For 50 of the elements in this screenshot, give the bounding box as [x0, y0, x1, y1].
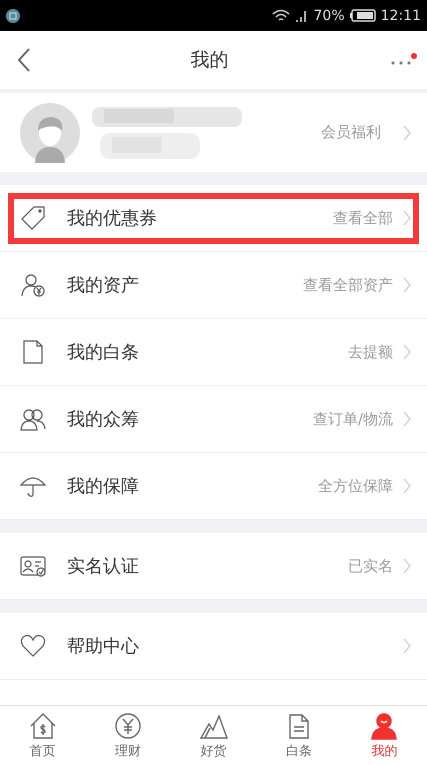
tab[interactable]: 理财	[85, 706, 171, 765]
item-detail: 全方位保障	[318, 476, 393, 496]
clock-time: 12:11	[380, 8, 421, 24]
menu-item[interactable]: 我的资产 查看全部资产	[0, 252, 427, 319]
tab[interactable]: 首页	[0, 706, 86, 765]
tab[interactable]: 我的	[342, 706, 427, 765]
item-label: 我的资产	[67, 274, 139, 297]
chevron-icon	[403, 277, 411, 293]
item-detail: 去提额	[348, 342, 393, 362]
chevron-icon	[403, 344, 411, 360]
chevron-icon	[403, 558, 411, 574]
item-detail: 查看全部	[333, 208, 393, 228]
tab[interactable]: 好货	[170, 706, 256, 765]
item-detail: 查订单/物流	[312, 410, 393, 428]
chevron-icon	[403, 411, 411, 427]
person-coin-icon	[20, 272, 46, 298]
item-label: 实名认证	[67, 555, 139, 578]
avatar[interactable]	[20, 102, 80, 162]
chevron-icon	[403, 478, 411, 494]
chevron-icon	[403, 210, 411, 226]
wifi-icon	[272, 8, 290, 22]
chevron-icon	[403, 124, 411, 140]
battery-percentage: 70%	[314, 8, 345, 24]
back-icon[interactable]	[18, 48, 30, 72]
house-icon	[28, 712, 57, 740]
page-title: 我的	[190, 48, 228, 73]
menu-item[interactable]: 实名认证 已实名	[0, 533, 427, 600]
item-label: 我的保障	[67, 475, 139, 498]
mountain-icon	[200, 712, 228, 740]
item-detail: 查看全部资产	[303, 276, 393, 294]
item-label: 我的白条	[67, 341, 139, 364]
signal-icon	[294, 8, 309, 22]
yen-coin-icon	[114, 712, 142, 740]
menu-item[interactable]: 我的众筹 查订单/物流	[0, 386, 427, 453]
more-icon[interactable]	[389, 53, 417, 67]
app-notification-icon	[6, 8, 20, 22]
menu-item[interactable]: 我的白条 去提额	[0, 319, 427, 386]
menu-item[interactable]: 帮助中心	[0, 613, 427, 680]
heart-icon	[20, 633, 46, 659]
tab[interactable]: 白条	[256, 706, 342, 765]
person-icon	[370, 712, 398, 740]
item-label: 帮助中心	[67, 635, 139, 658]
tag-icon	[20, 205, 46, 231]
menu-item[interactable]: 我的保障 全方位保障	[0, 453, 427, 520]
chevron-icon	[403, 638, 411, 654]
item-label: 我的优惠券	[67, 207, 157, 230]
item-detail: 已实名	[348, 556, 393, 576]
menu-item[interactable]: 我的优惠券 查看全部	[0, 185, 427, 252]
item-label: 我的众筹	[67, 408, 139, 431]
battery-icon	[350, 9, 376, 22]
